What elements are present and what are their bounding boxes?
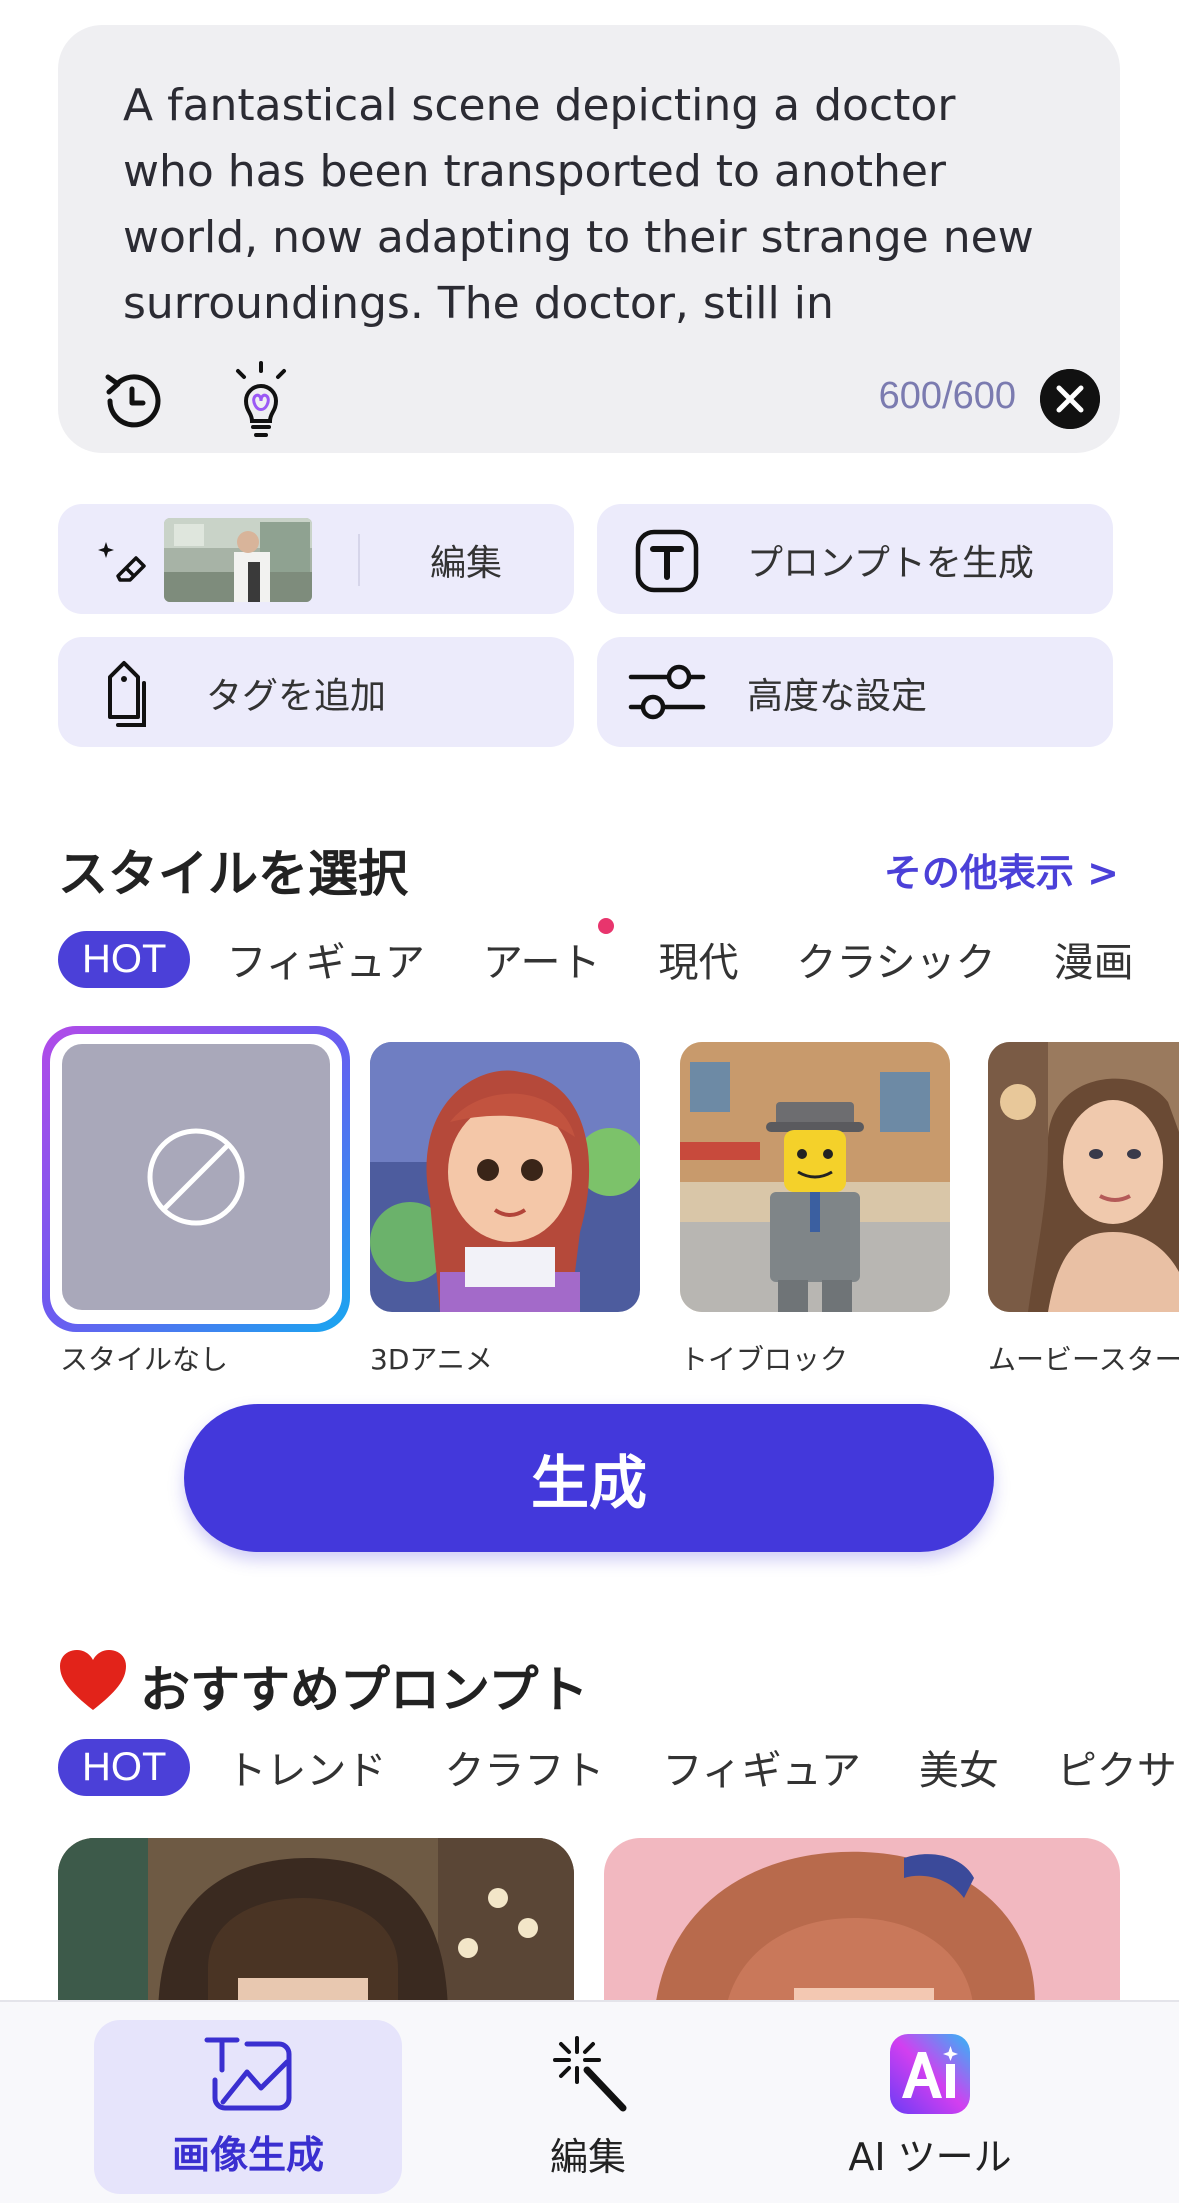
clear-button[interactable] (1040, 369, 1100, 429)
style-tab-manga[interactable]: 漫画 (1054, 930, 1134, 988)
generate-prompt-label: プロンプトを生成 (747, 543, 1034, 584)
recommend-tab-craft[interactable]: クラフト (444, 1738, 604, 1796)
heart-icon (60, 1650, 126, 1710)
text-t-icon (635, 529, 699, 593)
style-section-title: スタイルを選択 (58, 845, 408, 903)
edit-label: 編集 (430, 543, 503, 584)
lightbulb-icon[interactable] (228, 361, 294, 441)
divider (358, 534, 360, 586)
bottom-nav: 画像生成 編集 AI ツール (0, 2000, 1179, 2203)
add-tag-label: タグを追加 (206, 676, 387, 717)
style-label-toy-block: トイブロック (680, 1343, 849, 1376)
nav-label: 編集 (549, 2135, 626, 2179)
magic-wand-icon (553, 2036, 627, 2112)
toy-block-thumbnail (680, 1042, 950, 1312)
style-card-3d-anime[interactable] (370, 1042, 640, 1312)
recommend-tabs: HOT トレンド クラフト フィギュア 美女 ピクサー (58, 1738, 1179, 1796)
style-label-3d-anime: 3Dアニメ (370, 1343, 493, 1376)
recommend-card[interactable] (58, 1838, 574, 2018)
style-tab-hot[interactable]: HOT (58, 930, 191, 988)
ai-tools-icon (890, 2034, 970, 2114)
add-tag-button[interactable]: タグを追加 (58, 637, 574, 747)
nav-ai-tools[interactable]: AI ツール (776, 2020, 1084, 2194)
generate-button[interactable]: 生成 (184, 1404, 994, 1552)
movie-star-thumbnail (988, 1042, 1179, 1312)
char-counter: 600/600 (878, 375, 1016, 417)
style-card-movie-star[interactable] (988, 1042, 1179, 1312)
recommend-tab-beauty[interactable]: 美女 (919, 1738, 999, 1796)
nav-label: 画像生成 (171, 2133, 324, 2177)
style-tab-figure[interactable]: フィギュア (226, 930, 424, 988)
style-label-none: スタイルなし (60, 1343, 229, 1376)
recommend-tab-trend[interactable]: トレンド (226, 1738, 386, 1796)
style-tab-modern[interactable]: 現代 (658, 930, 738, 988)
recommend-image (604, 1838, 1120, 2018)
recommend-image (58, 1838, 574, 2018)
eraser-sparkle-icon (98, 542, 146, 582)
recommend-card[interactable] (604, 1838, 1120, 2018)
recommend-tab-hot[interactable]: HOT (58, 1738, 191, 1796)
3d-anime-thumbnail (370, 1042, 640, 1312)
style-tabs: HOT フィギュア アート 現代 クラシック 漫画 (58, 918, 1179, 988)
sliders-icon (628, 664, 706, 720)
source-image-thumbnail[interactable] (164, 518, 312, 602)
image-generate-icon (204, 2037, 292, 2111)
history-icon[interactable] (96, 365, 168, 437)
style-tab-art[interactable]: アート (482, 918, 615, 988)
show-more-link[interactable]: その他表示 > (884, 842, 1119, 897)
style-card-toy-block[interactable] (680, 1042, 950, 1312)
no-style-icon (147, 1128, 245, 1226)
recommend-tab-pixar[interactable]: ピクサー (1057, 1738, 1179, 1796)
recommend-tab-figure[interactable]: フィギュア (662, 1738, 860, 1796)
advanced-settings-label: 高度な設定 (747, 676, 928, 717)
nav-edit[interactable]: 編集 (434, 2020, 742, 2194)
edit-image-button[interactable]: 編集 (58, 504, 574, 614)
nav-image-generate[interactable]: 画像生成 (94, 2020, 402, 2194)
tag-icon (108, 661, 146, 727)
generate-prompt-button[interactable]: プロンプトを生成 (597, 504, 1113, 614)
recommend-section-title: おすすめプロンプト (140, 1661, 589, 1719)
prompt-box[interactable]: A fantastical scene depicting a doctor w… (58, 25, 1120, 453)
style-card-none[interactable] (62, 1044, 330, 1310)
new-badge-dot (598, 918, 615, 934)
nav-label: AI ツール (848, 2135, 1012, 2179)
style-tab-art-label: アート (482, 940, 601, 986)
style-tab-classic[interactable]: クラシック (796, 930, 995, 988)
advanced-settings-button[interactable]: 高度な設定 (597, 637, 1113, 747)
style-label-movie-star: ムービースター (988, 1343, 1179, 1376)
